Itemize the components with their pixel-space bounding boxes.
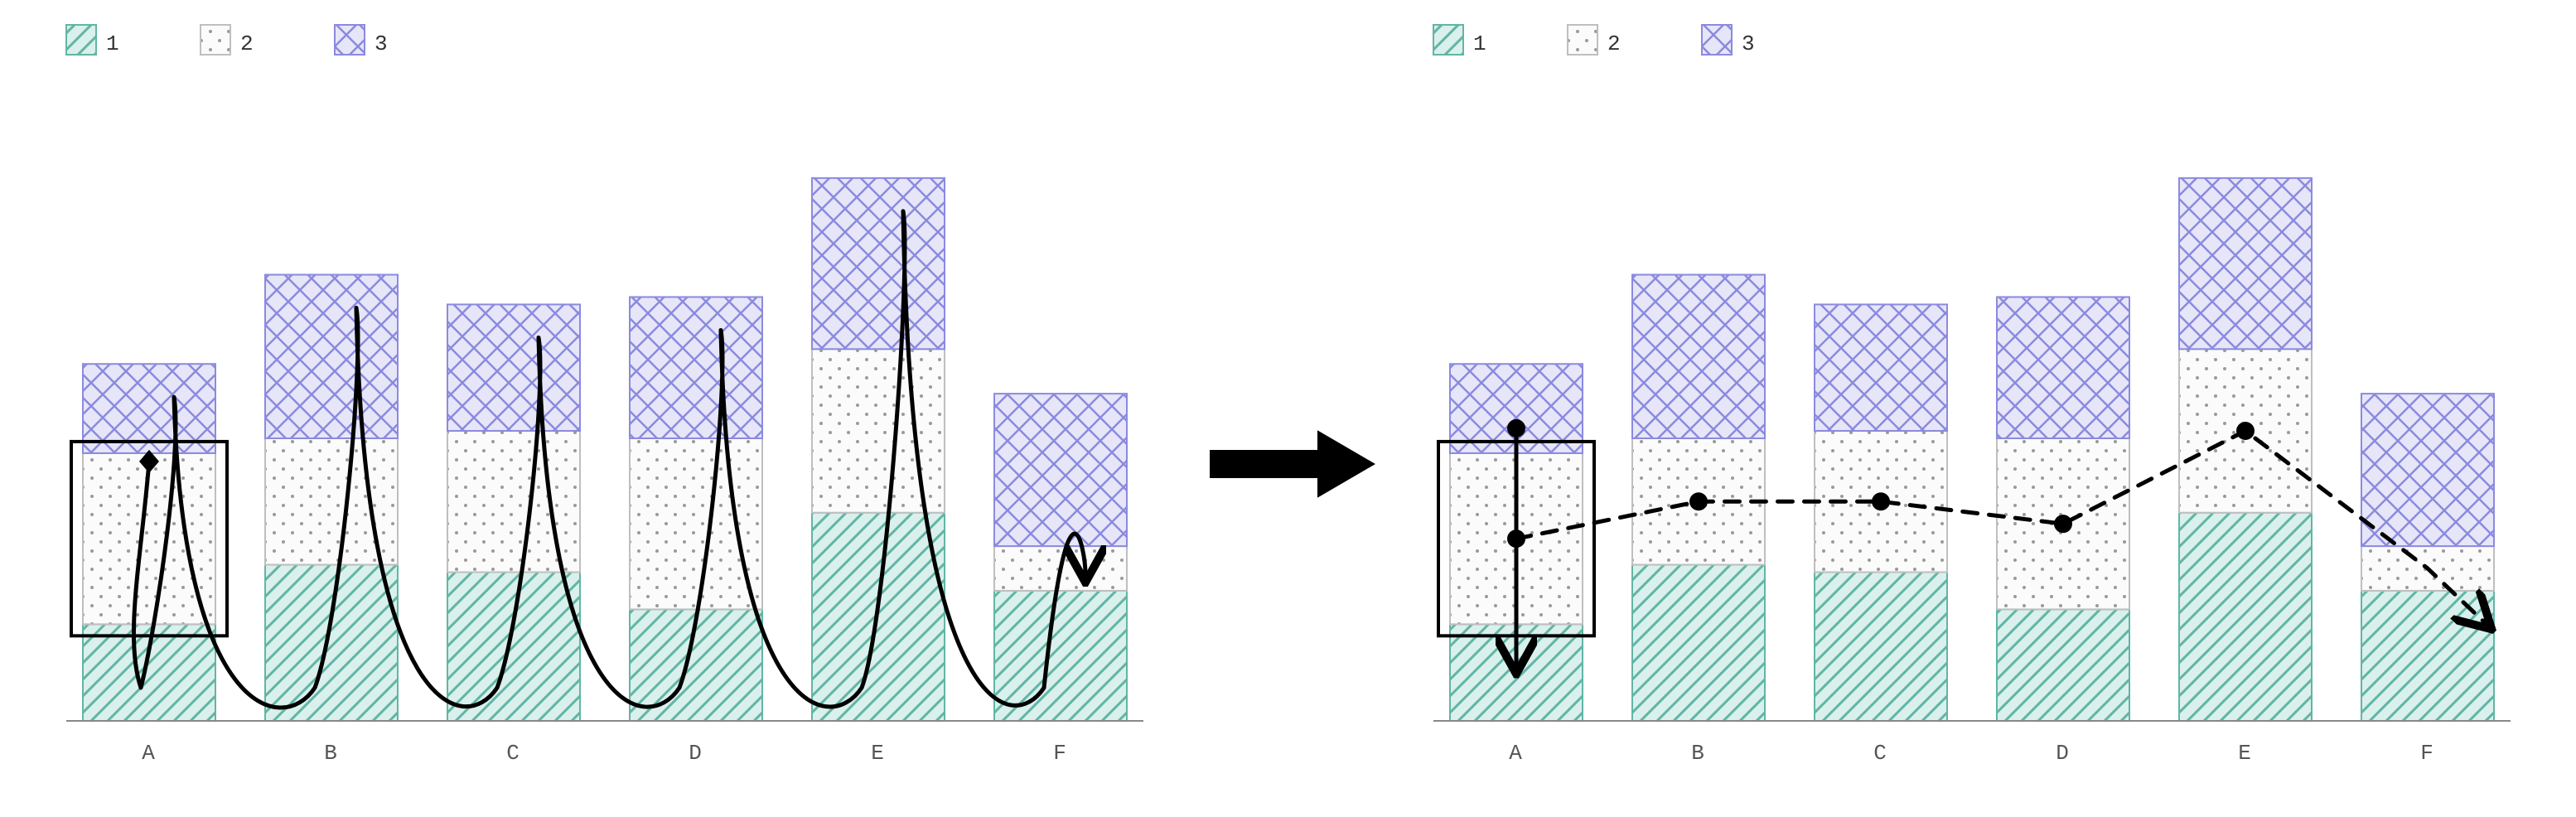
legend-label-1: 1 [1473,31,1488,56]
bar-D-series-3 [630,297,762,438]
trend-dot-D [2054,515,2072,533]
xtick-F: F [1053,741,1068,766]
legend-label-2: 2 [240,31,255,56]
bar-B-series-3 [265,275,398,438]
bar-A-series-3 [83,364,215,453]
transition-arrow-icon [1210,430,1375,498]
xtick-C: C [506,741,521,766]
xtick-B: B [1691,741,1706,766]
legend-swatch-2 [201,25,230,55]
legend-label-1: 1 [106,31,121,56]
xtick-F: F [2420,741,2435,766]
bar-E-series-3 [812,178,945,349]
trend-dot-C [1872,492,1890,510]
bar-D-series-1 [1997,609,2129,721]
bar-E-series-1 [2179,513,2312,721]
legend-swatch-1 [66,25,96,55]
legend-swatch-3 [1702,25,1732,55]
bar-C-series-3 [447,304,580,431]
legend-swatch-1 [1433,25,1463,55]
comparison-figure: 1 2 3 A B C D E F 1 2 3 A B C D E F [0,0,2576,817]
bar-B-series-3 [1632,275,1765,438]
xtick-A: A [1509,741,1524,766]
bar-F-series-3 [2361,394,2494,546]
xtick-B: B [324,741,339,766]
focus-top-dot-icon [1507,419,1525,438]
legend-label-3: 3 [1742,31,1757,56]
bar-F-series-1 [994,591,1127,721]
xtick-E: E [871,741,886,766]
chart-panel-0: 1 2 3 A B C D E F [66,25,1143,766]
xtick-D: D [689,741,703,766]
bar-C-series-1 [1815,573,1947,721]
bar-D-series-3 [1997,297,2129,438]
bar-C-series-1 [447,573,580,721]
xtick-E: E [2238,741,2253,766]
xtick-D: D [2056,741,2071,766]
trend-dot-E [2236,422,2255,440]
bar-E-series-2 [812,349,945,512]
bar-B-series-1 [265,565,398,721]
chart-panel-1: 1 2 3 A B C D E F [1433,25,2511,766]
bar-D-series-2 [630,438,762,609]
trend-dot-B [1689,492,1708,510]
xtick-C: C [1873,741,1888,766]
bar-F-series-3 [994,394,1127,546]
bar-E-series-3 [2179,178,2312,349]
legend-swatch-3 [335,25,365,55]
legend-label-2: 2 [1607,31,1622,56]
legend-swatch-2 [1568,25,1597,55]
bar-C-series-3 [1815,304,1947,431]
legend-label-3: 3 [375,31,389,56]
xtick-A: A [142,741,157,766]
bar-B-series-1 [1632,565,1765,721]
